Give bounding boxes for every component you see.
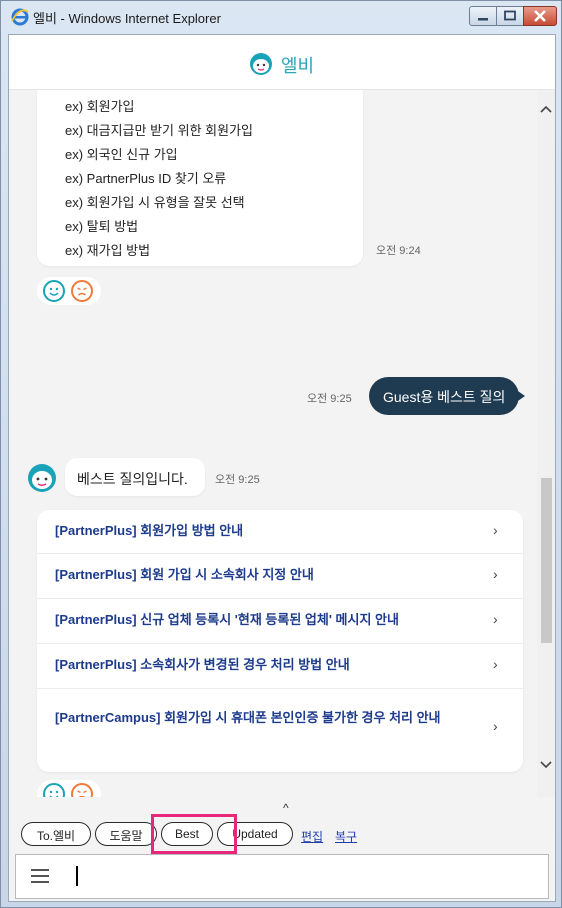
ie-window: 엘비 - Windows Internet Explorer 엘비 ex) 회원… xyxy=(0,0,562,908)
message-time: 오전 9:25 xyxy=(215,474,260,486)
example-item: ex) PartnerPlus ID 찾기 오류 xyxy=(65,171,227,186)
bot-message-text: 베스트 질의입니다. xyxy=(77,471,188,487)
maximize-icon xyxy=(504,10,516,21)
scroll-up-icon[interactable] xyxy=(540,104,552,114)
collapse-chevron-icon[interactable]: ^ xyxy=(283,801,289,815)
message-time: 오전 9:25 xyxy=(307,393,352,405)
chip-help[interactable]: 도움말 xyxy=(95,822,157,846)
list-item-label: [PartnerPlus] 회원 가입 시 소속회사 지정 안내 xyxy=(55,567,314,582)
chat-header: 엘비 xyxy=(9,35,555,90)
feedback-buttons xyxy=(37,277,101,305)
example-item: ex) 대금지급만 받기 위한 회원가입 xyxy=(65,123,253,138)
scroll-down-icon[interactable] xyxy=(540,760,552,770)
dislike-sad-icon[interactable] xyxy=(71,280,93,302)
chat-area: ex) 회원가입 ex) 대금지급만 받기 위한 회원가입 ex) 외국인 신규… xyxy=(9,90,537,797)
list-item[interactable]: [PartnerPlus] 신규 업체 등록시 '현재 등록된 업체' 메시지 … xyxy=(37,598,523,644)
chevron-right-icon: › xyxy=(493,718,498,734)
message-input[interactable] xyxy=(15,854,549,899)
chat-scrollbar[interactable] xyxy=(537,90,555,797)
page-content: 엘비 ex) 회원가입 ex) 대금지급만 받기 위한 회원가입 ex) 외국인… xyxy=(8,34,556,902)
annotation-highlight-box xyxy=(151,814,237,854)
window-title: 엘비 - Windows Internet Explorer xyxy=(33,11,221,26)
chevron-right-icon: › xyxy=(493,656,498,672)
example-item: ex) 탈퇴 방법 xyxy=(65,219,139,234)
minimize-button[interactable] xyxy=(469,6,497,26)
chevron-right-icon: › xyxy=(493,611,498,627)
like-smile-icon[interactable] xyxy=(43,280,65,302)
chip-label: 도움말 xyxy=(109,829,143,843)
example-item: ex) 회원가입 xyxy=(65,99,135,114)
best-question-list: [PartnerPlus] 회원가입 방법 안내 › [PartnerPlus]… xyxy=(37,510,523,772)
chip-label: To.엘비 xyxy=(36,829,76,843)
list-item-label: [PartnerPlus] 소속회사가 변경된 경우 처리 방법 안내 xyxy=(55,657,350,672)
list-item-label: [PartnerPlus] 신규 업체 등록시 '현재 등록된 업체' 메시지 … xyxy=(55,612,399,627)
maximize-button[interactable] xyxy=(496,6,524,26)
chevron-right-icon: › xyxy=(493,522,498,538)
feedback-buttons xyxy=(37,780,101,797)
chat-footer: ^ To.엘비 도움말 Best Updated 편집 복구 xyxy=(9,797,555,901)
list-item-label: [PartnerCampus] 회원가입 시 휴대폰 본인인증 불가한 경우 처… xyxy=(55,710,441,725)
list-item[interactable]: [PartnerPlus] 소속회사가 변경된 경우 처리 방법 안내 › xyxy=(37,643,523,689)
user-message-bubble: Guest용 베스트 질의 xyxy=(369,377,519,415)
scrollbar-thumb[interactable] xyxy=(541,478,552,643)
edit-link[interactable]: 편집 xyxy=(301,828,323,845)
minimize-icon xyxy=(478,18,488,21)
message-time: 오전 9:24 xyxy=(376,245,421,257)
hamburger-menu-icon[interactable] xyxy=(31,869,49,883)
bot-message-bubble: 베스트 질의입니다. xyxy=(65,458,205,496)
list-item[interactable]: [PartnerPlus] 회원 가입 시 소속회사 지정 안내 › xyxy=(37,553,523,599)
list-item[interactable]: [PartnerCampus] 회원가입 시 휴대폰 본인인증 불가한 경우 처… xyxy=(37,688,523,772)
restore-link[interactable]: 복구 xyxy=(335,828,357,845)
example-item: ex) 외국인 신규 가입 xyxy=(65,147,178,162)
close-button[interactable] xyxy=(523,6,557,26)
user-message-text: Guest용 베스트 질의 xyxy=(383,389,506,405)
example-item: ex) 회원가입 시 유형을 잘못 선택 xyxy=(65,195,245,210)
chip-to-elbi[interactable]: To.엘비 xyxy=(21,822,91,846)
chevron-right-icon: › xyxy=(493,566,498,582)
bot-avatar-icon xyxy=(28,464,56,492)
example-item: ex) 재가입 방법 xyxy=(65,243,151,258)
list-item[interactable]: [PartnerPlus] 회원가입 방법 안내 › xyxy=(37,510,523,554)
list-item-label: [PartnerPlus] 회원가입 방법 안내 xyxy=(55,523,244,538)
text-cursor xyxy=(76,866,78,886)
internet-explorer-icon xyxy=(11,8,29,26)
example-list-bubble: ex) 회원가입 ex) 대금지급만 받기 위한 회원가입 ex) 외국인 신규… xyxy=(37,90,363,266)
like-smile-icon[interactable] xyxy=(43,783,65,797)
title-bar: 엘비 - Windows Internet Explorer xyxy=(1,1,561,31)
elbi-logo-icon xyxy=(250,53,272,75)
user-bubble-tail xyxy=(515,389,525,403)
app-title: 엘비 xyxy=(281,56,315,76)
close-icon xyxy=(534,10,546,22)
dislike-sad-icon[interactable] xyxy=(71,783,93,797)
